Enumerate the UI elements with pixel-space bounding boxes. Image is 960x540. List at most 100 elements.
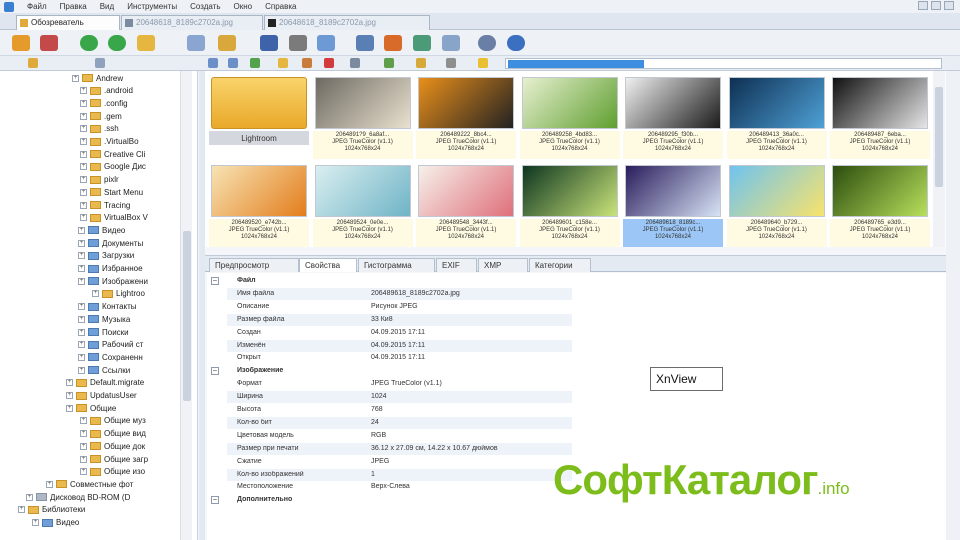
tree-item[interactable]: + Общие xyxy=(66,402,116,414)
expand-icon[interactable]: + xyxy=(80,417,87,425)
expand-icon[interactable]: + xyxy=(80,455,87,463)
tab-browser[interactable]: Обозреватель xyxy=(16,15,120,30)
tree-item[interactable]: + Общие муз xyxy=(80,415,146,427)
tree-item[interactable]: + Google Дис xyxy=(80,161,146,173)
expand-icon[interactable]: + xyxy=(80,112,87,120)
tab-histogram[interactable]: Гистограмма xyxy=(358,258,435,272)
folder-up-icon[interactable] xyxy=(137,35,155,51)
expand-icon[interactable]: + xyxy=(66,392,73,399)
expand-icon[interactable]: + xyxy=(18,506,25,514)
property-row[interactable]: Местоположение Верх-Слева xyxy=(207,481,577,493)
menu-view[interactable]: Вид xyxy=(100,2,114,11)
nav-down-icon[interactable] xyxy=(228,58,238,68)
menu-create[interactable]: Создать xyxy=(190,2,220,11)
filter-icon[interactable] xyxy=(384,58,394,68)
expand-icon[interactable]: + xyxy=(78,239,85,247)
tree-item[interactable]: + Изображени xyxy=(78,275,148,287)
minimize-button[interactable] xyxy=(918,1,928,10)
property-row[interactable]: Цветовая модель RGB xyxy=(207,430,577,442)
expand-icon[interactable]: + xyxy=(80,176,87,184)
expand-icon[interactable]: + xyxy=(78,353,85,361)
property-row[interactable]: Создан 04.09.2015 17:11 xyxy=(207,327,577,339)
tree-item[interactable]: + Библиотеки xyxy=(18,504,85,516)
expand-icon[interactable]: + xyxy=(80,138,87,145)
expand-icon[interactable]: + xyxy=(80,201,87,209)
tree-item[interactable]: + Общие вид xyxy=(80,428,146,440)
property-group[interactable]: – Файл xyxy=(207,275,577,287)
tree-item[interactable]: + Рабочий ст xyxy=(78,339,143,351)
thumbnail[interactable]: 206489258_4bd83... JPEG TrueColor (v1.1) 1… xyxy=(519,75,620,161)
tab-image-1[interactable]: 20648618_8189c2702a.jpg xyxy=(121,15,263,30)
tree-scrollbar[interactable] xyxy=(180,71,192,540)
expand-icon[interactable]: + xyxy=(46,480,53,488)
tree-item[interactable]: + Start Menu xyxy=(80,186,143,198)
tree-item[interactable]: + Дисковод BD-ROM (D xyxy=(26,491,130,503)
tree-item[interactable]: + .android xyxy=(80,85,133,97)
favorites-icon[interactable] xyxy=(95,58,105,68)
expand-icon[interactable]: + xyxy=(78,226,85,234)
path-field[interactable] xyxy=(505,58,942,69)
tree-item[interactable]: + Общие изо xyxy=(80,466,145,478)
property-row[interactable]: Кол-во бит 24 xyxy=(207,416,577,429)
thumbnail[interactable]: 206489524_0e0e... JPEG TrueColor (v1.1) 10… xyxy=(312,163,413,249)
tree-item[interactable]: + UpdatusUser xyxy=(66,390,137,402)
expand-icon[interactable]: + xyxy=(80,188,87,196)
tab-image-2[interactable]: 20648618_8189c2702a.jpg xyxy=(264,15,430,30)
browse-icon[interactable] xyxy=(12,35,30,51)
sort-icon[interactable] xyxy=(416,58,426,68)
tree-item[interactable]: + Видео xyxy=(32,517,79,529)
find-icon[interactable] xyxy=(260,35,278,51)
expand-icon[interactable]: + xyxy=(78,277,85,285)
property-row[interactable]: Размер при печати 36.12 x 27.09 см, 14.22… xyxy=(207,442,577,455)
expand-icon[interactable]: + xyxy=(80,87,87,95)
property-row[interactable]: Сжатие JPEG xyxy=(207,456,577,468)
menu-file[interactable]: Файл xyxy=(27,2,47,11)
thumbnail[interactable]: 206489487_6eba... JPEG TrueColor (v1.1) 10… xyxy=(830,75,930,161)
expand-icon[interactable]: + xyxy=(72,74,79,82)
rename-icon[interactable] xyxy=(302,58,312,68)
tree-item[interactable]: + Совместные фот xyxy=(46,478,133,490)
delete-icon[interactable] xyxy=(324,58,334,68)
expand-icon[interactable]: + xyxy=(26,493,33,501)
tree-item[interactable]: + Tracing xyxy=(80,199,130,211)
property-group[interactable]: – Изображение xyxy=(207,365,577,377)
tree-item[interactable]: + Lightroo xyxy=(92,288,145,300)
browser-scrollbar[interactable] xyxy=(933,71,945,247)
tree-item[interactable]: + Общие док xyxy=(80,440,145,452)
tree-item[interactable]: + Default.migrate xyxy=(66,377,144,389)
slideshow-icon[interactable] xyxy=(218,35,236,51)
menu-help[interactable]: Справка xyxy=(265,2,296,11)
expand-icon[interactable]: + xyxy=(80,468,87,476)
tree-item[interactable]: + .VirtualBo xyxy=(80,136,139,148)
expand-icon[interactable]: + xyxy=(80,125,87,133)
expand-icon[interactable]: + xyxy=(92,290,99,298)
expand-icon[interactable]: + xyxy=(78,315,85,323)
screenshot-icon[interactable] xyxy=(356,35,374,51)
expand-icon[interactable]: + xyxy=(66,404,73,412)
web-icon[interactable] xyxy=(413,35,431,51)
new-folder-icon[interactable] xyxy=(278,58,288,68)
forward-icon[interactable] xyxy=(108,35,126,51)
info-icon[interactable] xyxy=(507,35,525,51)
thumbnail[interactable]: 206489222_8bc4... JPEG TrueColor (v1.1) 10… xyxy=(416,75,516,161)
expand-icon[interactable]: + xyxy=(78,265,85,272)
batch-icon[interactable] xyxy=(384,35,402,51)
tree-item[interactable]: + Creative Cli xyxy=(80,148,145,160)
tree-item[interactable]: + Музыка xyxy=(78,313,130,325)
tab-xmp[interactable]: XMP xyxy=(478,258,528,272)
expand-icon[interactable]: + xyxy=(78,252,85,260)
thumbnail[interactable]: 206489520_e742b... JPEG TrueColor (v1.1) 1… xyxy=(209,163,309,249)
tree-item[interactable]: + .gem xyxy=(80,110,122,122)
property-group[interactable]: – Дополнительно xyxy=(207,494,577,506)
property-row[interactable]: Изменён 04.09.2015 17:11 xyxy=(207,339,577,352)
collapse-icon[interactable]: – xyxy=(211,367,219,376)
tree-item[interactable]: + Документы xyxy=(78,237,143,249)
tab-exif[interactable]: EXIF xyxy=(436,258,477,272)
thumbnail[interactable]: 206489548_3443f... JPEG TrueColor (v1.1) 1… xyxy=(416,163,516,249)
tree-item[interactable]: + Поиски xyxy=(78,326,129,338)
expand-icon[interactable]: + xyxy=(78,341,85,349)
property-row[interactable]: Имя файла 206489618_8189c2702a.jpg xyxy=(207,287,577,300)
thumbnail[interactable]: Lightroom xyxy=(209,75,309,161)
tree-item[interactable]: + Ссылки xyxy=(78,364,130,376)
menu-tools[interactable]: Инструменты xyxy=(127,2,177,11)
